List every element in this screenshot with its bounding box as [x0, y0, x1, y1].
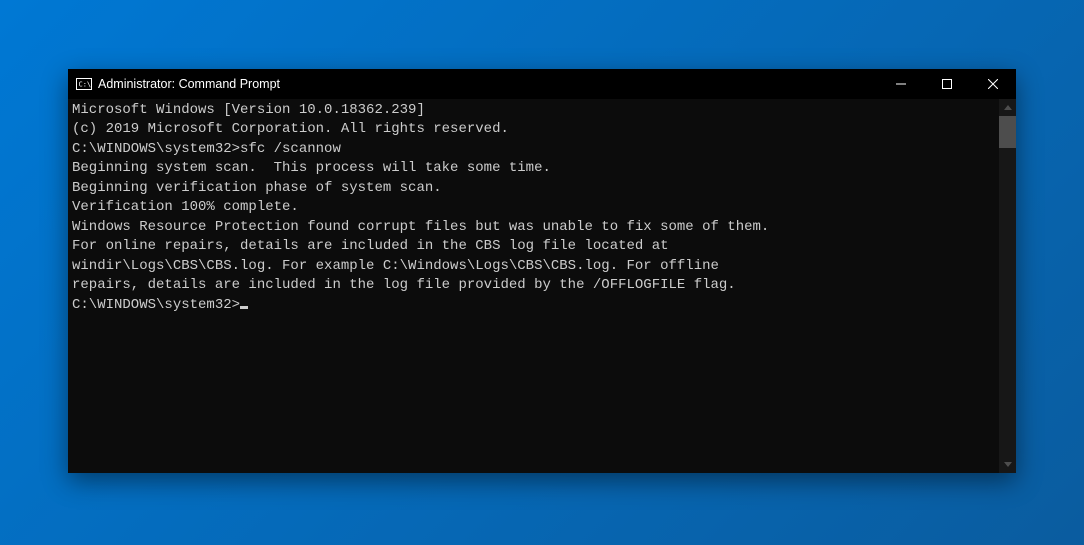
window-title: Administrator: Command Prompt [98, 77, 280, 91]
prompt-line: C:\WINDOWS\system32> [72, 296, 995, 316]
svg-text:C:\: C:\ [79, 80, 92, 88]
output-line: Windows Resource Protection found corrup… [72, 218, 995, 238]
output-line: (c) 2019 Microsoft Corporation. All righ… [72, 120, 995, 140]
titlebar[interactable]: C:\ Administrator: Command Prompt [68, 69, 1016, 99]
terminal-output[interactable]: Microsoft Windows [Version 10.0.18362.23… [68, 99, 999, 473]
prompt-text: C:\WINDOWS\system32> [72, 297, 240, 313]
output-line: windir\Logs\CBS\CBS.log. For example C:\… [72, 257, 995, 277]
cmd-icon: C:\ [76, 76, 92, 92]
output-line: Beginning verification phase of system s… [72, 179, 995, 199]
minimize-button[interactable] [878, 69, 924, 99]
output-line: For online repairs, details are included… [72, 237, 995, 257]
output-line: Microsoft Windows [Version 10.0.18362.23… [72, 101, 995, 121]
content-area: Microsoft Windows [Version 10.0.18362.23… [68, 99, 1016, 473]
output-line: repairs, details are included in the log… [72, 276, 995, 296]
window-controls [878, 69, 1016, 99]
output-line: Beginning system scan. This process will… [72, 159, 995, 179]
output-line: C:\WINDOWS\system32>sfc /scannow [72, 140, 995, 160]
scroll-up-arrow-icon[interactable] [999, 99, 1016, 116]
command-prompt-window: C:\ Administrator: Command Prompt Micros… [68, 69, 1016, 473]
cursor-icon [240, 306, 248, 309]
vertical-scrollbar[interactable] [999, 99, 1016, 473]
output-line: Verification 100% complete. [72, 198, 995, 218]
close-button[interactable] [970, 69, 1016, 99]
maximize-button[interactable] [924, 69, 970, 99]
scrollbar-thumb[interactable] [999, 116, 1016, 148]
scrollbar-track[interactable] [999, 116, 1016, 456]
scroll-down-arrow-icon[interactable] [999, 456, 1016, 473]
